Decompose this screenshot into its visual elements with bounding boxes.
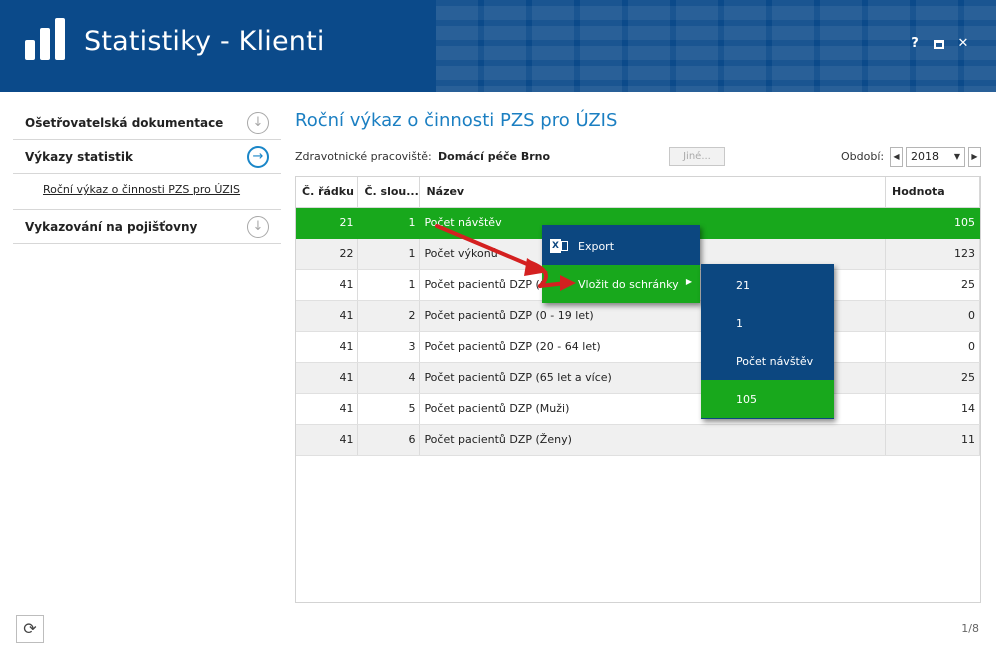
title-bar: Statistiky - Klienti ? ✕ (0, 0, 996, 92)
filter-bar: Zdravotnické pracoviště: Domácí péče Brn… (295, 146, 981, 168)
submenu-item-value[interactable]: 105 (701, 380, 834, 418)
clipboard-submenu: 21 1 Počet návštěv 105 (701, 264, 834, 419)
period-label: Období: (841, 150, 885, 163)
cell-value: 11 (885, 424, 980, 456)
cell-value: 105 (885, 207, 980, 239)
cell-column-number: 5 (357, 393, 421, 425)
cell-row-number: 21 (296, 207, 359, 239)
table-row[interactable]: 41 3 Počet pacientů DZP (20 - 64 let) 0 (296, 331, 980, 363)
submenu-item-label: 21 (736, 279, 750, 292)
table-row[interactable]: 41 6 Počet pacientů DZP (Ženy) 11 (296, 424, 980, 456)
cell-row-number: 41 (296, 393, 359, 425)
table-row[interactable]: 41 5 Počet pacientů DZP (Muži) 14 (296, 393, 980, 425)
cell-column-number: 1 (357, 269, 421, 301)
cell-value: 123 (885, 238, 980, 270)
excel-icon: X (550, 238, 568, 254)
menu-item-label: Export (578, 240, 615, 253)
submenu-item-column-number[interactable]: 1 (701, 304, 834, 342)
cell-row-number: 41 (296, 424, 359, 456)
year-value: 2018 (911, 150, 939, 163)
sidebar-item-label: Výkazy statistik (25, 149, 133, 164)
cell-column-number: 1 (357, 238, 421, 270)
cell-value: 0 (885, 331, 980, 363)
workplace-value: Domácí péče Brno (438, 150, 551, 163)
sidebar-item-statistics-reports[interactable]: Výkazy statistik → (13, 140, 281, 174)
sidebar-item-insurance-reporting[interactable]: Vykazování na pojišťovny ↓ (13, 210, 281, 244)
table-row[interactable]: 41 2 Počet pacientů DZP (0 - 19 let) 0 (296, 300, 980, 332)
refresh-button[interactable]: ⟳ (16, 615, 44, 643)
sidebar-item-label: Vykazování na pojišťovny (25, 219, 198, 234)
submenu-item-label: 1 (736, 317, 743, 330)
cell-value: 14 (885, 393, 980, 425)
submenu-item-row-number[interactable]: 21 (701, 266, 834, 304)
arrow-down-circle-icon[interactable]: ↓ (247, 112, 269, 134)
submenu-item-label: 105 (736, 393, 757, 406)
column-header-name[interactable]: Název (419, 177, 886, 208)
cell-column-number: 4 (357, 362, 421, 394)
submenu-item-name[interactable]: Počet návštěv (701, 342, 834, 380)
sidebar-item-nursing-documentation[interactable]: Ošetřovatelská dokumentace ↓ (13, 106, 281, 140)
column-header-row-number[interactable]: Č. řádku (296, 177, 359, 208)
year-prev-button[interactable]: ◀ (890, 147, 903, 167)
cell-name: Počet pacientů DZP (Ženy) (419, 424, 886, 456)
submenu-arrow-icon: ▶ (685, 277, 692, 286)
context-menu-export[interactable]: X Export (542, 227, 700, 265)
table-row[interactable]: 41 4 Počet pacientů DZP (65 let a více) … (296, 362, 980, 394)
window-controls: ? ✕ (908, 37, 970, 51)
year-selector: ◀ 2018 ▼ ▶ (890, 147, 981, 167)
submenu-item-label: Počet návštěv (736, 355, 814, 368)
statistics-logo-icon (25, 18, 69, 60)
page-indicator: 1/8 (961, 622, 979, 635)
cell-column-number: 3 (357, 331, 421, 363)
cell-column-number: 2 (357, 300, 421, 332)
context-menu-copy-to-clipboard[interactable]: Vložit do schránky ▶ (542, 265, 700, 303)
cell-row-number: 41 (296, 269, 359, 301)
refresh-icon: ⟳ (23, 619, 37, 638)
arrow-right-circle-icon[interactable]: → (247, 146, 269, 168)
close-button[interactable]: ✕ (956, 37, 970, 51)
cell-row-number: 22 (296, 238, 359, 270)
table-header-row: Č. řádku Č. slou... Název Hodnota (296, 177, 980, 208)
menu-item-label: Vložit do schránky (578, 278, 679, 291)
year-next-button[interactable]: ▶ (968, 147, 981, 167)
cell-row-number: 41 (296, 331, 359, 363)
sidebar-subitem-link[interactable]: Roční výkaz o činnosti PZS pro ÚZIS (43, 183, 240, 196)
workplace-label: Zdravotnické pracoviště: (295, 150, 432, 163)
arrow-down-circle-icon[interactable]: ↓ (247, 216, 269, 238)
page-title: Roční výkaz o činnosti PZS pro ÚZIS (295, 110, 618, 131)
cell-value: 0 (885, 300, 980, 332)
chevron-down-icon: ▼ (953, 152, 960, 161)
sidebar-item-label: Ošetřovatelská dokumentace (25, 115, 224, 130)
cell-value: 25 (885, 269, 980, 301)
cell-column-number: 6 (357, 424, 421, 456)
cell-row-number: 41 (296, 362, 359, 394)
sidebar: Ošetřovatelská dokumentace ↓ Výkazy stat… (13, 106, 281, 244)
cell-row-number: 41 (296, 300, 359, 332)
other-workplace-button[interactable]: Jiné... (669, 147, 725, 166)
context-menu: X Export Vložit do schránky ▶ (542, 225, 700, 303)
year-dropdown[interactable]: 2018 ▼ (906, 147, 965, 167)
cell-value: 25 (885, 362, 980, 394)
column-header-column-number[interactable]: Č. slou... (357, 177, 421, 208)
maximize-icon[interactable] (934, 40, 944, 49)
window-title: Statistiky - Klienti (84, 26, 325, 57)
help-button[interactable]: ? (908, 37, 922, 51)
cell-column-number: 1 (357, 207, 421, 239)
column-header-value[interactable]: Hodnota (885, 177, 980, 208)
sidebar-subitem-annual-report[interactable]: Roční výkaz o činnosti PZS pro ÚZIS (13, 174, 281, 210)
